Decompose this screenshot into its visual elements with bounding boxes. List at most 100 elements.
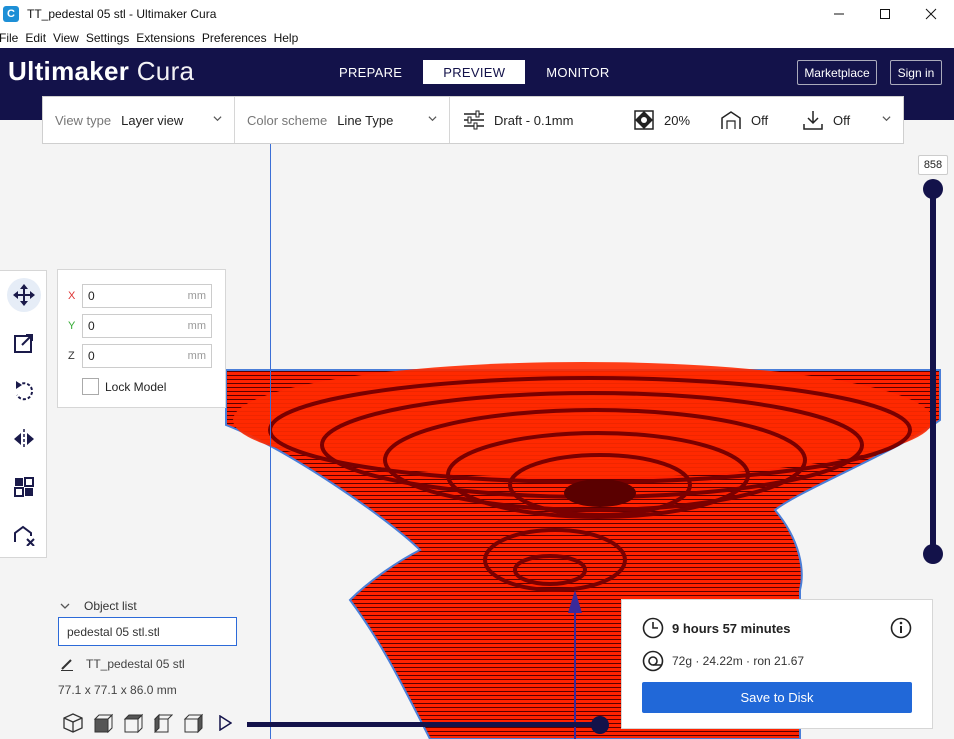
axis-line — [270, 144, 271, 739]
sliders-icon — [462, 108, 486, 132]
chevron-down-icon — [60, 603, 70, 609]
view-type-value: Layer view — [121, 112, 184, 128]
tab-prepare[interactable]: PREPARE — [321, 60, 420, 84]
x-unit: mm — [187, 290, 206, 302]
x-value: 0 — [88, 289, 95, 303]
move-tool-button[interactable] — [0, 271, 47, 319]
chevron-down-icon — [213, 116, 222, 122]
view-3d-icon — [63, 713, 83, 733]
close-button[interactable] — [908, 0, 954, 28]
view-type-label: View type — [55, 112, 112, 128]
rotate-tool-button[interactable] — [0, 367, 47, 415]
menu-settings[interactable]: Settings — [86, 31, 129, 45]
info-icon[interactable] — [890, 617, 912, 639]
mirror-icon — [13, 429, 34, 449]
support-blocker-button[interactable] — [0, 511, 47, 559]
tab-preview[interactable]: PREVIEW — [423, 60, 526, 84]
print-setup-selector[interactable]: Draft - 0.1mm 20% Off Off — [450, 97, 903, 143]
color-scheme-label: Color scheme — [247, 112, 328, 128]
object-dimensions: 77.1 x 77.1 x 86.0 mm — [58, 683, 177, 697]
menu-view[interactable]: View — [53, 31, 79, 45]
z-position-field[interactable]: 0 mm — [82, 344, 212, 368]
view-front-button[interactable] — [88, 712, 118, 734]
close-icon — [925, 8, 937, 20]
color-scheme-selector[interactable]: Color scheme Line Type — [235, 97, 450, 143]
tool-toolbar — [0, 270, 47, 558]
view-left-button[interactable] — [148, 712, 178, 734]
lock-model-checkbox[interactable] — [82, 378, 99, 395]
z-axis-label: Z — [68, 350, 75, 362]
object-list-header: Object list — [84, 599, 137, 613]
path-slider-track[interactable] — [247, 722, 599, 727]
support-value: Off — [751, 112, 769, 128]
lock-model-toggle[interactable]: Lock Model — [82, 378, 166, 395]
object-name: TT_pedestal 05 stl — [86, 657, 185, 671]
marketplace-button[interactable]: Marketplace — [797, 60, 877, 85]
camera-view-buttons — [58, 712, 208, 734]
menu-file[interactable]: File — [0, 31, 18, 45]
view-type-selector[interactable]: View type Layer view — [43, 97, 235, 143]
scale-tool-button[interactable] — [0, 319, 47, 367]
layer-slider-bottom-handle[interactable] — [923, 544, 943, 564]
path-slider-handle[interactable] — [591, 716, 609, 734]
view-top-icon — [123, 713, 143, 733]
color-scheme-value: Line Type — [337, 112, 394, 128]
y-unit: mm — [187, 320, 206, 332]
minimize-icon — [834, 13, 844, 15]
tab-monitor[interactable]: MONITOR — [528, 60, 627, 84]
mirror-tool-button[interactable] — [0, 415, 47, 463]
view-3d-button[interactable] — [58, 712, 88, 734]
scale-icon — [13, 334, 33, 353]
view-top-button[interactable] — [118, 712, 148, 734]
filament-spool-icon — [642, 650, 664, 672]
print-settings-bar: View type Layer view Color scheme Line T… — [42, 96, 904, 144]
view-right-button[interactable] — [178, 712, 208, 734]
pencil-icon — [61, 659, 73, 671]
print-time: 9 hours 57 minutes — [672, 620, 791, 636]
menu-preferences[interactable]: Preferences — [202, 31, 267, 45]
chevron-down-icon — [882, 116, 891, 122]
layer-number-badge[interactable]: 858 — [918, 155, 948, 175]
minimize-button[interactable] — [816, 0, 862, 28]
ultimaker-cura-logo: Ultimaker Cura — [8, 56, 194, 87]
menu-extensions[interactable]: Extensions — [136, 31, 195, 45]
sign-in-button[interactable]: Sign in — [890, 60, 942, 85]
infill-icon — [632, 108, 656, 132]
layer-slider-top-handle[interactable] — [923, 179, 943, 199]
play-simulation-button[interactable] — [216, 714, 234, 732]
layer-slider-track[interactable] — [930, 188, 936, 554]
object-name-row[interactable]: TT_pedestal 05 stl — [60, 657, 185, 671]
object-list-item[interactable]: pedestal 05 stl.stl — [58, 617, 237, 646]
move-icon — [12, 284, 35, 306]
adhesion-icon — [801, 108, 825, 132]
title-bar: C TT_pedestal 05 stl - Ultimaker Cura — [0, 0, 954, 28]
window-title: TT_pedestal 05 stl - Ultimaker Cura — [27, 7, 217, 21]
support-blocker-icon — [13, 525, 35, 546]
print-output-panel: 9 hours 57 minutes 72g · 24.22m · ron 21… — [621, 599, 933, 729]
move-tool-panel: X 0 mm Y 0 mm Z 0 mm Lock Model — [57, 269, 226, 408]
per-model-settings-button[interactable] — [0, 463, 47, 511]
y-position-field[interactable]: 0 mm — [82, 314, 212, 338]
save-to-disk-button[interactable]: Save to Disk — [642, 682, 912, 713]
z-unit: mm — [187, 350, 206, 362]
menu-edit[interactable]: Edit — [25, 31, 46, 45]
view-left-icon — [153, 713, 173, 733]
maximize-button[interactable] — [862, 0, 908, 28]
chevron-down-icon — [428, 116, 437, 122]
x-position-field[interactable]: 0 mm — [82, 284, 212, 308]
x-axis-label: X — [68, 290, 76, 302]
support-icon — [719, 108, 743, 132]
menu-help[interactable]: Help — [274, 31, 299, 45]
clock-icon — [642, 617, 664, 639]
infill-value: 20% — [664, 112, 691, 128]
play-icon — [219, 715, 232, 731]
y-value: 0 — [88, 319, 95, 333]
per-model-settings-icon — [13, 477, 34, 497]
view-right-icon — [183, 713, 203, 733]
object-list-toggle[interactable]: Object list — [60, 599, 137, 613]
stage-tabs: PREPARE PREVIEW MONITOR — [321, 60, 628, 84]
cura-app-icon: C — [3, 6, 19, 22]
z-value: 0 — [88, 349, 95, 363]
maximize-icon — [880, 9, 890, 19]
menu-bar: File Edit View Settings Extensions Prefe… — [0, 28, 954, 48]
